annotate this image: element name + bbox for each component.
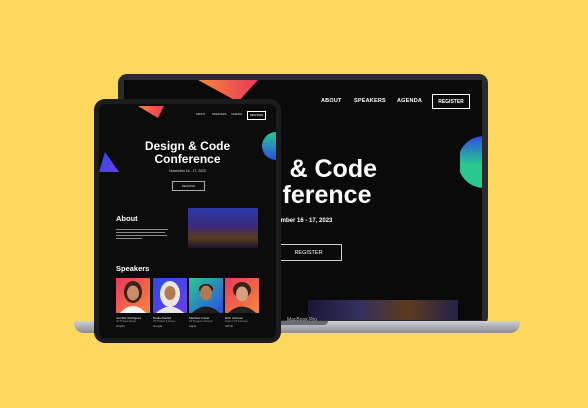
- about-text-line: [116, 235, 167, 237]
- speaker-company-logo: shopify: [116, 324, 125, 328]
- tablet-nav-speakers-link[interactable]: SPEAKERS: [212, 113, 227, 116]
- speaker-photo[interactable]: [116, 278, 150, 313]
- speaker-company-logo: Airbnb: [225, 324, 234, 328]
- tablet-nav-agenda-link[interactable]: AGENDA: [231, 113, 242, 116]
- hero-register-button[interactable]: REGISTER: [275, 244, 342, 261]
- speaker-company-logo: Google: [153, 324, 163, 328]
- speakers-heading: Speakers: [116, 264, 150, 273]
- register-button[interactable]: REGISTER: [432, 94, 470, 109]
- speaker-avatar-icon: [192, 284, 220, 313]
- speaker-avatar-icon: [228, 282, 256, 313]
- tablet-hero-title: Design & Code Conference: [99, 140, 276, 166]
- speaker-avatar-icon: [120, 281, 146, 313]
- about-text-line: [116, 232, 165, 234]
- about-text-line: [116, 238, 142, 240]
- about-heading: About: [116, 214, 138, 223]
- nav-about-link[interactable]: ABOUT: [321, 98, 342, 104]
- speaker-photo[interactable]: [189, 278, 223, 313]
- speaker-role: VP Product & Design: [153, 320, 176, 323]
- tablet-hero-title-line2: Conference: [154, 152, 221, 166]
- decorative-half-circle: [460, 136, 482, 188]
- tablet-register-button[interactable]: REGISTER: [247, 111, 266, 120]
- about-text-line: [116, 229, 168, 231]
- decorative-triangle: [138, 106, 164, 118]
- speaker-avatar-icon: [156, 281, 184, 313]
- about-conference-photo: [188, 208, 258, 248]
- nav-agenda-link[interactable]: AGENDA: [397, 98, 422, 104]
- speaker-photo[interactable]: [225, 278, 259, 313]
- speaker-role: VP Product Design: [116, 320, 137, 323]
- tablet-hero-register-button[interactable]: REGISTER: [172, 181, 205, 191]
- nav-speakers-link[interactable]: SPEAKERS: [354, 98, 386, 104]
- speaker-role: UX Designer & Design: [189, 320, 213, 323]
- speaker-photo[interactable]: [153, 278, 187, 313]
- event-date: vember 16 - 17, 2023: [274, 218, 333, 224]
- tablet-event-date: November 16 - 17, 2023: [169, 169, 206, 173]
- speaker-role: Head of UX & Design: [225, 320, 248, 323]
- speaker-company-logo: Apple: [189, 324, 197, 328]
- tablet-screen: ABOUT SPEAKERS AGENDA REGISTER Design & …: [99, 104, 276, 338]
- tablet-nav-about-link[interactable]: ABOUT: [196, 113, 205, 116]
